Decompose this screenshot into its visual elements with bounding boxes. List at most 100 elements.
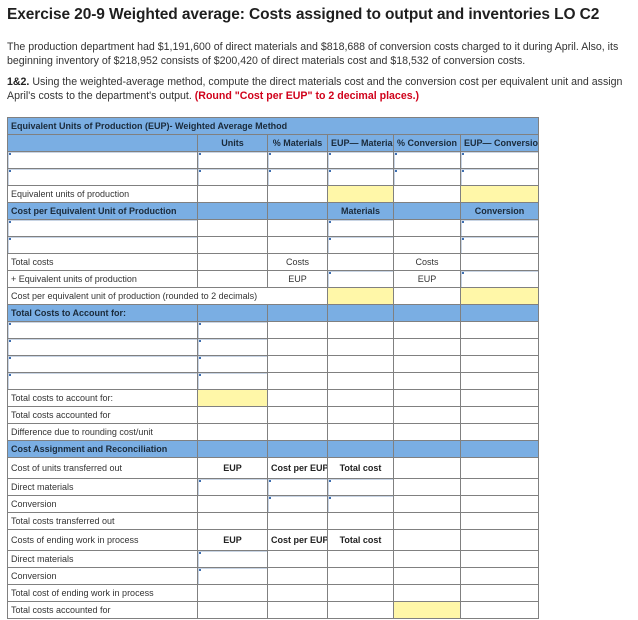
eup-total-pct-conversion bbox=[393, 185, 461, 203]
eup-total-pct-materials bbox=[267, 185, 328, 203]
total-costs-row bbox=[7, 338, 540, 356]
blank-cell bbox=[327, 338, 394, 356]
ending-wip-conversion-row: Conversion bbox=[7, 567, 540, 585]
ending-wip-materials-row: Direct materials bbox=[7, 550, 540, 568]
eup-row-eup-materials-input[interactable] bbox=[327, 151, 394, 169]
total-accounted-label: Total costs accounted for bbox=[7, 406, 198, 424]
total-costs-label-input[interactable] bbox=[7, 338, 198, 356]
blank-cell bbox=[459, 423, 540, 441]
blank-cell bbox=[267, 601, 328, 619]
col-total-cost: Total cost bbox=[327, 457, 394, 479]
total-costs-value-input[interactable] bbox=[197, 321, 268, 339]
blank-cell bbox=[393, 567, 461, 585]
blank-cell bbox=[459, 406, 540, 424]
total-accounted-field bbox=[197, 406, 268, 424]
blank-cell bbox=[267, 219, 328, 237]
eup-row-eup-conversion-input[interactable] bbox=[459, 151, 540, 169]
blank-cell bbox=[393, 287, 461, 305]
ending-wip-materials-eup-input[interactable] bbox=[197, 550, 268, 568]
blank-cell bbox=[459, 372, 540, 390]
total-costs-label-input[interactable] bbox=[7, 321, 198, 339]
transferred-header-row: Cost of units transferred out EUP Cost p… bbox=[7, 457, 540, 479]
eup-column-header-row: Units % Materials EUP— Materials % Conve… bbox=[7, 134, 540, 152]
eup-row-units-input[interactable] bbox=[197, 168, 268, 186]
blank-cell bbox=[393, 389, 461, 407]
col-eup-conversion: EUP— Conversion bbox=[459, 134, 540, 152]
cost-row-materials-input[interactable] bbox=[327, 236, 394, 254]
total-costs-row bbox=[7, 372, 540, 390]
total-costs-label-input[interactable] bbox=[7, 372, 198, 390]
eup-total-conversion-field bbox=[459, 185, 540, 203]
blank-cell bbox=[197, 219, 268, 237]
blank-cell bbox=[459, 584, 540, 602]
blank-cell bbox=[393, 495, 461, 513]
blank-cell bbox=[327, 372, 394, 390]
eup-total-materials-field bbox=[327, 185, 394, 203]
eup-row-label-input[interactable] bbox=[7, 168, 198, 186]
total-costs-value-input[interactable] bbox=[197, 338, 268, 356]
blank-cell bbox=[459, 338, 540, 356]
total-costs-value-input[interactable] bbox=[197, 372, 268, 390]
eup-row bbox=[7, 168, 540, 186]
eup-row-pct-conversion-input[interactable] bbox=[393, 151, 461, 169]
divide-eup-materials-input[interactable] bbox=[327, 270, 394, 288]
blank-cell bbox=[327, 601, 394, 619]
eup-row-pct-conversion-input[interactable] bbox=[393, 168, 461, 186]
part-label: 1&2. bbox=[7, 76, 30, 88]
eup-row-pct-materials-input[interactable] bbox=[267, 168, 328, 186]
divide-eup-row: + Equivalent units of production EUP EUP bbox=[7, 270, 540, 288]
ending-wip-conversion-eup-input[interactable] bbox=[197, 567, 268, 585]
blank-header-cell bbox=[267, 304, 328, 322]
blank-cell bbox=[267, 406, 328, 424]
blank-cell bbox=[459, 567, 540, 585]
divide-eup-conversion-input[interactable] bbox=[459, 270, 540, 288]
cost-row-label-input[interactable] bbox=[7, 219, 198, 237]
blank-cell bbox=[393, 512, 461, 530]
eup-row-eup-materials-input[interactable] bbox=[327, 168, 394, 186]
transferred-materials-cost-per-eup-input[interactable] bbox=[267, 478, 328, 496]
cost-row-conversion-input[interactable] bbox=[459, 236, 540, 254]
eup-total-label: Equivalent units of production bbox=[7, 185, 198, 203]
cost-row bbox=[7, 219, 540, 237]
total-costs-label: Total costs bbox=[7, 253, 198, 271]
page-title: Exercise 20-9 Weighted average: Costs as… bbox=[7, 6, 600, 23]
col-conversion: Conversion bbox=[459, 202, 540, 220]
eup-row-label-input[interactable] bbox=[7, 151, 198, 169]
blank-cell bbox=[197, 495, 268, 513]
eup-section-title-row: Equivalent Units of Production (EUP)- We… bbox=[6, 117, 540, 135]
blank-cell bbox=[393, 406, 461, 424]
transferred-materials-total-input[interactable] bbox=[327, 478, 394, 496]
blank-header-cell bbox=[267, 202, 328, 220]
blank-cell bbox=[197, 236, 268, 254]
blank-cell bbox=[327, 355, 394, 373]
cost-row bbox=[7, 236, 540, 254]
eup-row-eup-conversion-input[interactable] bbox=[459, 168, 540, 186]
rounding-note: (Round "Cost per EUP" to 2 decimal place… bbox=[194, 89, 420, 102]
costs-tag: Costs bbox=[393, 253, 461, 271]
assignment-title: Cost Assignment and Reconciliation bbox=[7, 440, 198, 458]
eup-row-pct-materials-input[interactable] bbox=[267, 151, 328, 169]
cost-row-label-input[interactable] bbox=[7, 236, 198, 254]
total-ending-wip-row: Total cost of ending work in process bbox=[7, 584, 540, 602]
total-costs-conversion bbox=[459, 253, 540, 271]
transferred-label: Cost of units transferred out bbox=[7, 457, 198, 479]
cost-row-materials-input[interactable] bbox=[327, 219, 394, 237]
blank-cell bbox=[327, 567, 394, 585]
total-costs-label-input[interactable] bbox=[7, 355, 198, 373]
total-accounted-final-row: Total costs accounted for bbox=[7, 601, 540, 619]
total-costs-value-input[interactable] bbox=[197, 355, 268, 373]
transferred-conversion-total-input[interactable] bbox=[327, 495, 394, 513]
blank-cell bbox=[393, 338, 461, 356]
rounding-difference-field bbox=[197, 423, 268, 441]
eup-row-units-input[interactable] bbox=[197, 151, 268, 169]
cost-row-conversion-input[interactable] bbox=[459, 219, 540, 237]
blank-cell bbox=[267, 550, 328, 568]
total-ending-wip-field bbox=[327, 584, 394, 602]
col-cost-per-eup: Cost per EUP bbox=[267, 457, 328, 479]
transferred-conversion-cost-per-eup-input[interactable] bbox=[267, 495, 328, 513]
transferred-materials-eup-input[interactable] bbox=[197, 478, 268, 496]
blank-cell bbox=[393, 478, 461, 496]
total-to-account-label: Total costs to account for: bbox=[7, 389, 198, 407]
eup-tag: EUP bbox=[267, 270, 328, 288]
assignment-title-row: Cost Assignment and Reconciliation bbox=[7, 440, 540, 458]
